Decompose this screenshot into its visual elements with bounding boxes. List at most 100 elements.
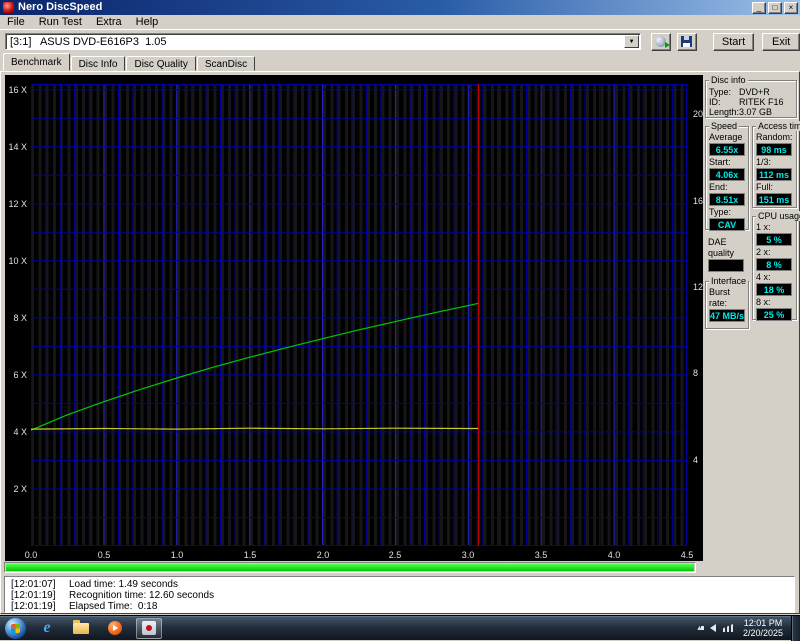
- save-button[interactable]: [677, 33, 697, 51]
- nero-discspeed-icon: [142, 621, 156, 635]
- progress-fill: [6, 564, 694, 571]
- cpu-8x-value: 25 %: [756, 308, 792, 321]
- disc-id-label: ID:: [706, 97, 739, 107]
- access-full-label: Full:: [753, 182, 796, 193]
- dropdown-arrow-icon[interactable]: ▼: [624, 35, 639, 48]
- access-full-value: 151 ms: [756, 193, 792, 206]
- disc-id-value: RITEK F16: [739, 97, 784, 107]
- access-times-group: Access times Random: 98 ms 1/3: 112 ms F…: [752, 126, 797, 208]
- show-desktop-button[interactable]: [791, 616, 800, 641]
- burst-rate-label: Burst rate:: [706, 287, 748, 309]
- speed-end-entry: End: 8.51x: [706, 182, 748, 206]
- eject-disc-button[interactable]: [651, 33, 671, 51]
- speed-average-label: Average: [706, 132, 748, 143]
- windows-flag-icon: [11, 624, 20, 633]
- info-panel: Disc info Type: DVD+R ID: RITEK F16 Leng…: [705, 74, 799, 562]
- dae-quality-value: [708, 259, 744, 272]
- taskbar-nero-button[interactable]: [136, 618, 162, 639]
- cpu-usage-title: CPU usage: [756, 211, 800, 221]
- speed-end-value: 8.51x: [709, 193, 745, 206]
- menu-file[interactable]: File: [0, 15, 32, 29]
- tab-disc-info[interactable]: Disc Info: [71, 56, 126, 71]
- cpu-8x-label: 8 x:: [753, 297, 796, 308]
- folder-icon: [73, 623, 89, 634]
- floppy-disk-icon: [681, 36, 692, 47]
- log-message: Recognition time: 12.60 seconds: [57, 590, 214, 601]
- menu-run-test[interactable]: Run Test: [32, 15, 89, 29]
- device-selector[interactable]: [3:1] ASUS DVD-E616P3 1.05 ▼: [5, 33, 641, 50]
- y-axis-left-tick: 14 X: [8, 142, 27, 152]
- clock-date: 2/20/2025: [743, 628, 783, 638]
- start-button[interactable]: Start: [713, 33, 755, 51]
- benchmark-chart: 16 X14 X12 X10 X8 X6 X4 X2 X 20161284 0.…: [5, 75, 703, 561]
- title-bar[interactable]: Nero DiscSpeed _ □ ×: [0, 0, 800, 15]
- cpu-8x-entry: 8 x: 25 %: [753, 297, 796, 321]
- x-axis-tick: 4.5: [681, 550, 694, 560]
- y-axis-left-tick: 10 X: [8, 256, 27, 266]
- clock-time: 12:01 PM: [743, 618, 783, 628]
- disc-length-row: Length: 3.07 GB: [706, 107, 796, 117]
- dae-quality-block: DAE quality: [705, 237, 749, 273]
- progress-bar: [4, 562, 696, 573]
- y-axis-right-tick: 20: [693, 109, 703, 119]
- interface-title: Interface: [709, 276, 748, 286]
- chart-plot: [31, 84, 687, 546]
- tab-benchmark[interactable]: Benchmark: [3, 53, 70, 71]
- disc-type-value: DVD+R: [739, 87, 770, 97]
- tab-scandisc[interactable]: ScanDisc: [197, 56, 255, 71]
- disc-icon: [655, 36, 666, 47]
- cpu-2x-label: 2 x:: [753, 247, 796, 258]
- access-third-value: 112 ms: [756, 168, 792, 181]
- taskbar-ie-button[interactable]: e: [34, 618, 60, 639]
- access-random-entry: Random: 98 ms: [753, 132, 796, 156]
- y-axis-left-tick: 4 X: [13, 427, 27, 437]
- device-selector-value: [3:1] ASUS DVD-E616P3 1.05: [6, 36, 624, 48]
- speed-start-entry: Start: 4.06x: [706, 157, 748, 181]
- y-axis-right-tick: 8: [693, 368, 698, 378]
- log-timestamp: [12:01:07]: [5, 579, 57, 590]
- y-axis-right-tick: 4: [693, 455, 698, 465]
- internet-explorer-icon: e: [43, 620, 50, 636]
- network-icon[interactable]: [723, 624, 733, 632]
- taskbar-explorer-button[interactable]: [68, 618, 94, 639]
- log-timestamp: [12:01:19]: [5, 601, 57, 612]
- close-button[interactable]: ×: [784, 2, 798, 14]
- x-axis-tick: 2.5: [389, 550, 402, 560]
- y-axis-left-tick: 6 X: [13, 370, 27, 380]
- minimize-button[interactable]: _: [752, 2, 766, 14]
- cpu-2x-entry: 2 x: 8 %: [753, 247, 796, 271]
- exit-button[interactable]: Exit: [762, 33, 800, 51]
- menu-extra[interactable]: Extra: [89, 15, 129, 29]
- y-axis-left-tick: 2 X: [13, 484, 27, 494]
- access-third-entry: 1/3: 112 ms: [753, 157, 796, 181]
- speed-type-label: Type:: [706, 207, 748, 218]
- tab-disc-quality[interactable]: Disc Quality: [126, 56, 195, 71]
- start-button-orb[interactable]: [5, 618, 26, 639]
- cpu-1x-entry: 1 x: 5 %: [753, 222, 796, 246]
- access-full-entry: Full: 151 ms: [753, 182, 796, 206]
- taskbar-media-button[interactable]: [102, 618, 128, 639]
- maximize-button[interactable]: □: [768, 2, 782, 14]
- burst-rate-value: 47 MB/s: [709, 309, 745, 322]
- log-timestamp: [12:01:19]: [5, 590, 57, 601]
- x-axis-labels: 0.00.51.01.52.02.53.03.54.04.5: [31, 550, 687, 561]
- speed-end-label: End:: [706, 182, 748, 193]
- taskbar-clock[interactable]: 12:01 PM 2/20/2025: [743, 618, 783, 638]
- speed-group: Speed Average 6.55x Start: 4.06x End: 8.…: [705, 126, 749, 230]
- cpu-4x-value: 18 %: [756, 283, 792, 296]
- menu-help[interactable]: Help: [129, 15, 166, 29]
- x-axis-tick: 1.0: [171, 550, 184, 560]
- cpu-4x-label: 4 x:: [753, 272, 796, 283]
- burst-rate-entry: Burst rate: 47 MB/s: [706, 287, 748, 322]
- disc-info-group: Disc info Type: DVD+R ID: RITEK F16 Leng…: [705, 80, 797, 118]
- cpu-1x-label: 1 x:: [753, 222, 796, 233]
- cpu-usage-group: CPU usage 1 x: 5 % 2 x: 8 % 4 x: 18 % 8 …: [752, 216, 797, 320]
- y-axis-right-labels: 20161284: [691, 84, 703, 546]
- y-axis-left-tick: 16 X: [8, 85, 27, 95]
- taskbar: e ▲ 12:01 PM 2/20/2025: [0, 615, 800, 640]
- volume-icon[interactable]: [710, 624, 716, 632]
- log-line: [12:01:19] Elapsed Time: 0:18: [5, 601, 794, 612]
- speed-start-value: 4.06x: [709, 168, 745, 181]
- y-axis-right-tick: 12: [693, 282, 703, 292]
- access-random-label: Random:: [753, 132, 796, 143]
